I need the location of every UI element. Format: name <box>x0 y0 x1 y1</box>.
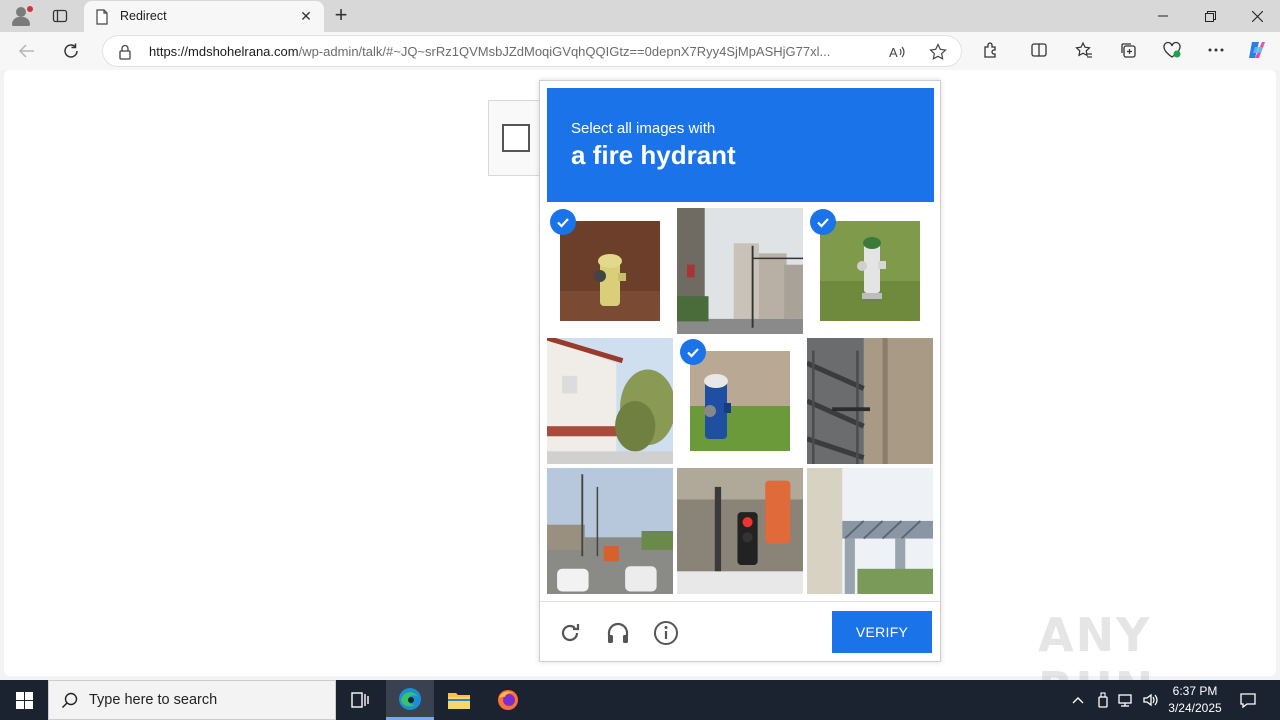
network-icon[interactable] <box>1116 680 1138 720</box>
captcha-challenge: Select all images with a fire hydrant VE… <box>539 80 941 662</box>
refresh-icon[interactable] <box>58 38 84 64</box>
house-trees-image <box>547 338 673 464</box>
tab-strip: Redirect ✕ + <box>0 0 1280 32</box>
read-aloud-icon[interactable]: A <box>889 43 907 61</box>
notifications-icon[interactable] <box>1236 680 1260 720</box>
image-tile-blue-hydrant[interactable] <box>677 338 803 464</box>
taskbar: Type here to search 6:37 PM 3/24/2025 <box>0 680 1280 720</box>
tray-overflow-icon[interactable] <box>1068 680 1088 720</box>
image-tile-traffic-light[interactable] <box>677 468 803 594</box>
favorite-star-icon[interactable] <box>929 43 947 61</box>
image-tile-fire-escape[interactable] <box>807 338 933 464</box>
image-tile-busy-street[interactable] <box>547 468 673 594</box>
bridge-structure-image <box>807 468 933 594</box>
blue-hydrant-image <box>690 351 790 451</box>
search-placeholder: Type here to search <box>89 692 218 708</box>
close-window-button[interactable] <box>1234 0 1280 32</box>
volume-icon[interactable] <box>1140 680 1162 720</box>
footer-divider <box>540 601 940 602</box>
svg-text:A: A <box>889 45 898 60</box>
image-tile-bridge-structure[interactable] <box>807 468 933 594</box>
captcha-anchor <box>488 100 544 176</box>
more-options-icon[interactable] <box>1205 39 1227 61</box>
info-icon[interactable] <box>651 618 681 648</box>
collections-icon[interactable] <box>1117 39 1139 61</box>
verify-button[interactable]: VERIFY <box>832 611 932 653</box>
back-icon[interactable] <box>14 38 40 64</box>
prompt-line2: a fire hydrant <box>571 140 736 170</box>
browser-tab[interactable]: Redirect ✕ <box>84 1 324 32</box>
fire-escape-image <box>807 338 933 464</box>
white-hydrant-image <box>820 221 920 321</box>
image-tile-white-hydrant[interactable] <box>807 208 933 334</box>
image-tile-street-buildings[interactable] <box>677 208 803 334</box>
new-tab-button[interactable]: + <box>330 4 352 27</box>
favorites-icon[interactable] <box>1073 39 1095 61</box>
selected-check-icon <box>810 209 836 235</box>
clock-time: 6:37 PM <box>1172 684 1218 698</box>
challenge-header: Select all images with a fire hydrant <box>547 88 934 202</box>
minimize-button[interactable] <box>1140 0 1186 32</box>
windows-start-icon[interactable] <box>0 680 48 720</box>
page-icon <box>95 9 109 30</box>
profile-icon[interactable] <box>8 4 34 28</box>
url-host: https://mdshohelrana.com <box>149 44 299 59</box>
copilot-icon[interactable] <box>1246 39 1268 61</box>
tab-close-icon[interactable]: ✕ <box>298 8 314 24</box>
task-view-icon[interactable] <box>336 680 384 720</box>
browser-essentials-icon[interactable] <box>1161 39 1183 61</box>
tab-actions-icon[interactable] <box>46 6 74 26</box>
browser-toolbar: https://mdshohelrana.com/wp-admin/talk/#… <box>0 32 1280 70</box>
traffic-light-image <box>677 468 803 594</box>
edge-app-icon[interactable] <box>386 680 434 720</box>
image-tile-house-trees[interactable] <box>547 338 673 464</box>
captcha-checkbox[interactable] <box>502 124 530 152</box>
file-explorer-icon[interactable] <box>435 680 483 720</box>
taskbar-search-box[interactable]: Type here to search <box>48 680 336 720</box>
system-clock[interactable]: 6:37 PM 3/24/2025 <box>1160 683 1230 717</box>
prompt-line1: Select all images with <box>571 120 716 137</box>
selected-check-icon <box>550 209 576 235</box>
firefox-icon[interactable] <box>484 680 532 720</box>
split-screen-icon[interactable] <box>1028 39 1050 61</box>
url-path: /wp-admin/talk/#~JQ~srRz1QVMsbJZdMoqiGVq… <box>298 44 831 59</box>
clock-date: 3/24/2025 <box>1168 701 1222 715</box>
url-text[interactable]: https://mdshohelrana.com/wp-admin/talk/#… <box>149 44 889 59</box>
tab-title: Redirect <box>120 9 167 23</box>
yellow-hydrant-image <box>560 221 660 321</box>
street-buildings-image <box>677 208 803 334</box>
busy-street-image <box>547 468 673 594</box>
image-tile-yellow-hydrant[interactable] <box>547 208 673 334</box>
selected-check-icon <box>680 339 706 365</box>
lock-icon[interactable] <box>118 44 132 65</box>
restore-button[interactable] <box>1187 0 1233 32</box>
usb-device-icon[interactable] <box>1093 680 1113 720</box>
reload-challenge-icon[interactable] <box>555 618 585 648</box>
audio-challenge-icon[interactable] <box>603 618 633 648</box>
search-icon <box>61 692 79 715</box>
extensions-icon[interactable] <box>980 39 1002 61</box>
address-bar[interactable]: https://mdshohelrana.com/wp-admin/talk/#… <box>102 35 962 67</box>
